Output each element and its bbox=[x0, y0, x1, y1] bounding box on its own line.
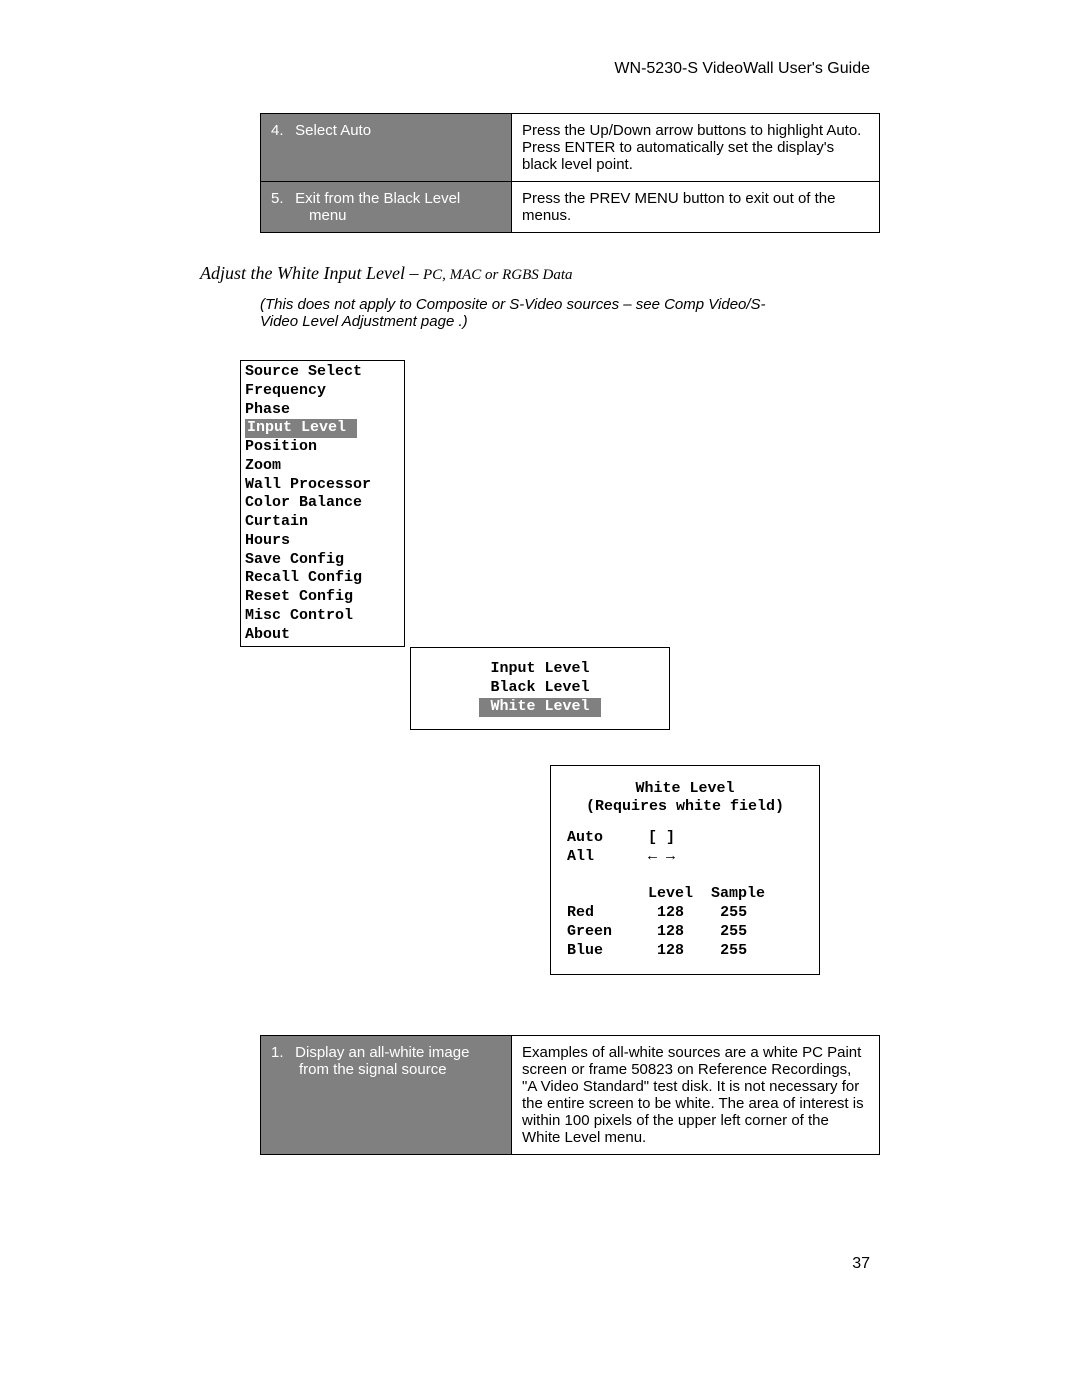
heading-sub: PC, MAC or RGBS Data bbox=[423, 267, 573, 283]
submenu-item: Input Level bbox=[425, 660, 655, 679]
table-row: 5. Exit from the Black Level menu Press … bbox=[261, 182, 880, 233]
menu-item: Frequency bbox=[245, 382, 400, 401]
color-sample: 255 bbox=[720, 942, 747, 959]
all-value: ← → bbox=[648, 848, 675, 865]
step-number: 4. bbox=[271, 122, 291, 139]
menu-item: Misc Control bbox=[245, 607, 400, 626]
step-title: Display an all-white image bbox=[295, 1044, 469, 1061]
step-title: Select Auto bbox=[295, 122, 371, 139]
detail-header-row: Level Sample bbox=[567, 885, 803, 904]
menu-item: Hours bbox=[245, 532, 400, 551]
menu-item: Input Level bbox=[245, 419, 400, 438]
menu-item-highlighted: Input Level bbox=[245, 419, 357, 438]
color-level: 128 bbox=[657, 942, 684, 959]
white-level-menu: White Level (Requires white field) Auto … bbox=[550, 765, 820, 976]
instruction-table-top: 4. Select Auto Press the Up/Down arrow b… bbox=[260, 113, 880, 233]
col-sample: Sample bbox=[711, 885, 765, 902]
step-title-cont: menu bbox=[309, 207, 347, 224]
step-cell: 4. Select Auto bbox=[261, 114, 512, 182]
step-cell: 5. Exit from the Black Level menu bbox=[261, 182, 512, 233]
color-sample: 255 bbox=[720, 904, 747, 921]
step-description: Press the PREV MENU button to exit out o… bbox=[512, 182, 880, 233]
section-heading: Adjust the White Input Level – PC, MAC o… bbox=[200, 263, 980, 284]
detail-color-row: Red 128 255 bbox=[567, 904, 803, 923]
color-name: Red bbox=[567, 904, 594, 921]
auto-label: Auto bbox=[567, 829, 603, 846]
detail-title: White Level bbox=[635, 780, 734, 797]
menu-item: Reset Config bbox=[245, 588, 400, 607]
detail-subtitle: (Requires white field) bbox=[586, 798, 784, 815]
step-title: Exit from the Black Level bbox=[295, 190, 460, 207]
instruction-table-bottom: 1. Display an all-white image from the s… bbox=[260, 1035, 880, 1155]
menu-item: Phase bbox=[245, 401, 400, 420]
menu-item: Color Balance bbox=[245, 494, 400, 513]
color-sample: 255 bbox=[720, 923, 747, 940]
section-note: (This does not apply to Composite or S-V… bbox=[260, 296, 780, 330]
input-level-submenu: Input LevelBlack Level White Level bbox=[410, 647, 670, 729]
auto-value: [ ] bbox=[648, 829, 675, 846]
page-number: 37 bbox=[100, 1255, 870, 1273]
menu-item: Save Config bbox=[245, 551, 400, 570]
menu-item: Zoom bbox=[245, 457, 400, 476]
menu-item: Wall Processor bbox=[245, 476, 400, 495]
detail-color-row: Green 128 255 bbox=[567, 923, 803, 942]
step-description: Press the Up/Down arrow buttons to highl… bbox=[512, 114, 880, 182]
menu-item: Position bbox=[245, 438, 400, 457]
step-description: Examples of all-white sources are a whit… bbox=[512, 1036, 880, 1155]
color-level: 128 bbox=[657, 923, 684, 940]
menu-item: About bbox=[245, 626, 400, 645]
table-row: 4. Select Auto Press the Up/Down arrow b… bbox=[261, 114, 880, 182]
menu-item: Source Select bbox=[245, 363, 400, 382]
step-number: 5. bbox=[271, 190, 291, 207]
step-cell: 1. Display an all-white image from the s… bbox=[261, 1036, 512, 1155]
color-name: Blue bbox=[567, 942, 603, 959]
detail-all-row: All ← → bbox=[567, 848, 803, 867]
table-row: 1. Display an all-white image from the s… bbox=[261, 1036, 880, 1155]
step-title-cont: from the signal source bbox=[299, 1061, 447, 1078]
color-level: 128 bbox=[657, 904, 684, 921]
page-header: WN-5230-S VideoWall User's Guide bbox=[100, 60, 870, 78]
menu-item: Recall Config bbox=[245, 569, 400, 588]
submenu-item: White Level bbox=[425, 698, 655, 717]
all-label: All bbox=[567, 848, 594, 865]
color-name: Green bbox=[567, 923, 612, 940]
menu-item: Curtain bbox=[245, 513, 400, 532]
submenu-item: Black Level bbox=[425, 679, 655, 698]
heading-main: Adjust the White Input Level – bbox=[200, 263, 423, 283]
step-number: 1. bbox=[271, 1044, 291, 1061]
detail-auto-row: Auto [ ] bbox=[567, 829, 803, 848]
submenu-item-highlighted: White Level bbox=[479, 698, 600, 717]
white-level-header: White Level (Requires white field) bbox=[567, 780, 803, 818]
main-menu: Source SelectFrequencyPhaseInput Level P… bbox=[240, 360, 405, 647]
detail-color-row: Blue 128 255 bbox=[567, 942, 803, 961]
col-level: Level bbox=[648, 885, 693, 902]
